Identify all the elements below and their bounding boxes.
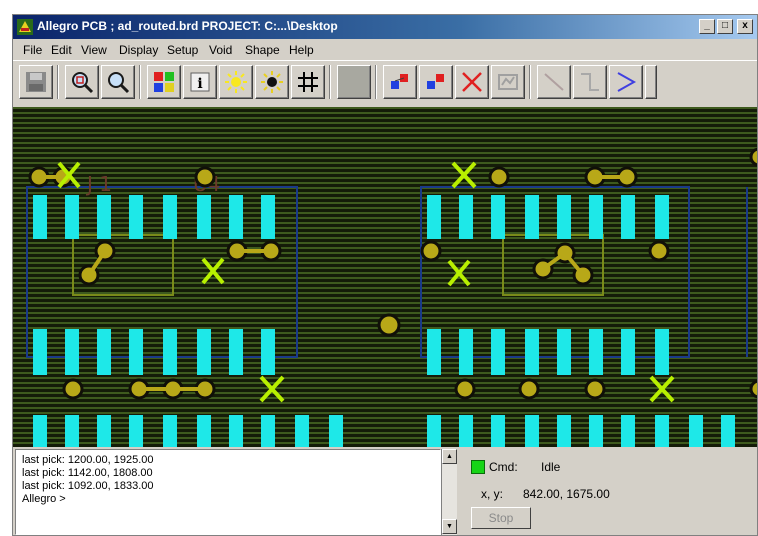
slide-button[interactable] — [419, 65, 453, 99]
toolbar: i — [13, 60, 757, 104]
add-connect-icon — [391, 74, 408, 89]
grid-button[interactable] — [291, 65, 325, 99]
blank-icon — [342, 70, 366, 94]
xy-label: x, y: — [481, 487, 504, 501]
delete-button[interactable] — [455, 65, 489, 99]
toolbar-separator — [57, 65, 59, 99]
line-45-icon — [544, 73, 564, 91]
svg-text:J 1: J 1 — [85, 172, 112, 196]
cmd-status: Idle — [541, 460, 561, 474]
menu-file[interactable]: File — [23, 43, 42, 57]
menu-bar: File Edit View Display Setup Void Shape … — [13, 40, 757, 60]
zoom-fit-button[interactable] — [65, 65, 99, 99]
console-scrollbar[interactable]: ▲ ▼ — [441, 449, 457, 535]
grid-icon — [298, 72, 318, 92]
blank-button[interactable] — [337, 65, 371, 99]
zoom-in-icon — [108, 72, 130, 94]
pad-row-bottom — [33, 415, 735, 447]
save-button[interactable] — [19, 65, 53, 99]
xy-coordinates: 842.00, 1675.00 — [523, 487, 610, 501]
title-bar[interactable]: Allegro PCB ; ad_routed.brd PROJECT: C:.… — [13, 15, 757, 39]
info-icon: i — [190, 72, 210, 92]
menu-shape[interactable]: Shape — [245, 43, 280, 57]
menu-view[interactable]: View — [81, 43, 107, 57]
scroll-down-icon[interactable]: ▼ — [442, 519, 457, 534]
pad-row-top-left — [33, 195, 275, 239]
toolbar-separator — [529, 65, 531, 99]
menu-help[interactable]: Help — [289, 43, 314, 57]
save-icon — [26, 72, 46, 92]
add-connect-button[interactable] — [383, 65, 417, 99]
console-prompt[interactable]: Allegro > — [22, 493, 66, 505]
color-button[interactable] — [147, 65, 181, 99]
scroll-up-icon[interactable]: ▲ — [442, 449, 457, 464]
console-line: last pick: 1092.00, 1833.00 — [22, 480, 154, 492]
app-window: Allegro PCB ; ad_routed.brd PROJECT: C:.… — [12, 14, 758, 536]
pcb-design-canvas[interactable]: J 1 U4 — [13, 107, 757, 447]
zoom-fit-icon — [72, 72, 94, 94]
window-title: Allegro PCB ; ad_routed.brd PROJECT: C:.… — [37, 19, 338, 33]
slide-icon — [427, 74, 444, 89]
color-palette-icon — [154, 72, 174, 92]
custom-smooth-button[interactable] — [491, 65, 525, 99]
info-button[interactable]: i — [183, 65, 217, 99]
minimize-button[interactable]: _ — [699, 19, 715, 34]
board-drawing: J 1 U4 — [26, 147, 757, 447]
status-led-icon — [471, 460, 485, 474]
cmd-label: Cmd: — [489, 460, 518, 474]
highlight-icon — [225, 71, 247, 93]
pad-row-top-right — [427, 195, 669, 239]
pad-row-middle-right — [427, 329, 669, 375]
highlight-button[interactable] — [219, 65, 253, 99]
stop-button[interactable]: Stop — [471, 507, 531, 529]
line-45-button[interactable] — [537, 65, 571, 99]
fanout-icon — [617, 72, 637, 92]
console-line: last pick: 1200.00, 1925.00 — [22, 454, 154, 466]
command-console[interactable]: last pick: 1200.00, 1925.00 last pick: 1… — [15, 449, 441, 535]
maximize-button[interactable]: □ — [717, 19, 733, 34]
close-button[interactable]: x — [737, 19, 753, 34]
pad-row-middle-left — [33, 329, 275, 375]
status-pane: Cmd: Idle x, y: 842.00, 1675.00 Stop — [459, 449, 757, 535]
route-corner-button[interactable] — [573, 65, 607, 99]
menu-edit[interactable]: Edit — [51, 43, 72, 57]
menu-setup[interactable]: Setup — [167, 43, 198, 57]
menu-void[interactable]: Void — [209, 43, 232, 57]
delete-icon — [462, 72, 482, 92]
route-corner-icon — [581, 73, 599, 91]
toolbar-separator — [139, 65, 141, 99]
toolbar-separator — [375, 65, 377, 99]
custom-smooth-icon — [498, 74, 518, 90]
toolbar-separator — [329, 65, 331, 99]
svg-text:i: i — [197, 76, 202, 92]
menu-display[interactable]: Display — [119, 43, 158, 57]
dehighlight-button[interactable] — [255, 65, 289, 99]
dehighlight-icon — [261, 71, 283, 93]
zoom-in-button[interactable] — [101, 65, 135, 99]
fanout-button[interactable] — [609, 65, 643, 99]
toolbar-overflow[interactable] — [645, 65, 657, 99]
console-line: last pick: 1142.00, 1808.00 — [22, 467, 153, 479]
allegro-logo-icon — [17, 19, 33, 35]
